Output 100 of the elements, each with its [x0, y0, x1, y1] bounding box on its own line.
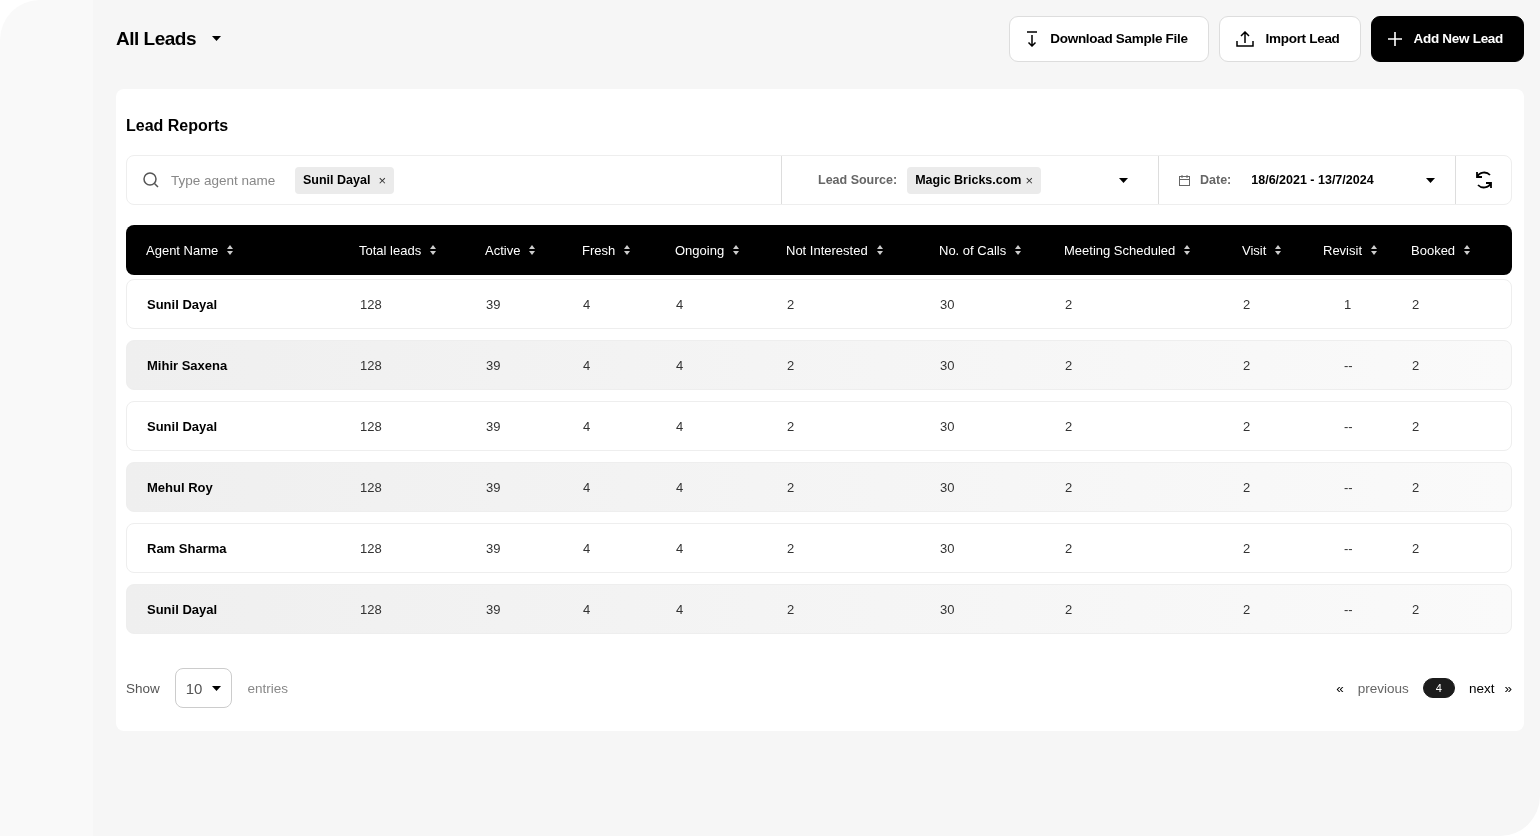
table-cell-text: 2 — [1065, 601, 1074, 617]
sort-icon — [430, 245, 437, 255]
column-header[interactable]: Active — [485, 242, 521, 258]
table-cell-text: 2 — [1243, 418, 1252, 434]
table-cell-text: 30 — [940, 418, 956, 434]
table-cell-text: 2 — [787, 479, 796, 495]
column-header[interactable]: Agent Name — [146, 242, 219, 258]
sort-icon — [733, 245, 740, 255]
sort-icon — [1275, 245, 1282, 255]
table-cell-text: Sunil Dayal — [147, 296, 219, 312]
page-size-select[interactable]: 10 — [174, 668, 233, 708]
table-cell-text: 39 — [486, 357, 502, 373]
table-cell-text: 2 — [787, 357, 796, 373]
table-cell-text: 30 — [940, 479, 956, 495]
table-cell-text: Sunil Dayal — [147, 418, 219, 434]
table-cell-text: 2 — [1243, 479, 1252, 495]
table-cell-text: 4 — [583, 357, 592, 373]
table-cell-text: 128 — [360, 357, 383, 373]
table-cell-text: 39 — [486, 479, 502, 495]
table-cell-text: -- — [1343, 479, 1354, 495]
table-cell-text: 30 — [940, 357, 956, 373]
table-cell-text: 39 — [486, 296, 502, 312]
column-header[interactable]: Not Interested — [786, 242, 868, 258]
chip-label: Sunil Dayal — [303, 173, 371, 187]
table-cell-text: -- — [1343, 357, 1354, 373]
table-cell-text: Mehul Roy — [147, 479, 214, 495]
download-icon — [1026, 30, 1039, 47]
column-header[interactable]: Meeting Scheduled — [1064, 242, 1176, 258]
sort-icon — [1184, 245, 1191, 255]
table-cell-text: 2 — [1065, 357, 1074, 373]
table-cell-text: 1 — [1343, 296, 1353, 312]
table-cell-text: 30 — [940, 601, 956, 617]
column-header[interactable]: Fresh — [582, 242, 616, 258]
upload-icon — [1235, 30, 1254, 47]
caret-icon — [212, 685, 222, 691]
sort-icon — [876, 245, 883, 255]
table-cell-text: -- — [1343, 540, 1354, 556]
chip-remove-button[interactable]: × — [1025, 172, 1034, 188]
table-cell-text: 2 — [1243, 601, 1252, 617]
table-cell-text: 128 — [360, 296, 383, 312]
chip-remove-button[interactable]: × — [378, 172, 386, 188]
entries-label: entries — [247, 680, 288, 696]
table-cell-text: 39 — [486, 418, 502, 434]
table-cell-text: 2 — [1243, 296, 1252, 312]
table-cell-text: 30 — [940, 540, 956, 556]
table-cell-text: 2 — [1412, 296, 1421, 312]
add-lead-button[interactable]: Add New Lead — [1370, 15, 1524, 62]
table-cell-text: -- — [1343, 601, 1354, 617]
table-cell-text: 39 — [486, 601, 502, 617]
previous-link[interactable]: « previous — [1336, 680, 1409, 696]
table-cell-text: 2 — [1243, 540, 1252, 556]
table-cell-text: 2 — [1065, 296, 1074, 312]
card-title: Lead Reports — [126, 117, 230, 135]
table-cell-text: 128 — [360, 601, 383, 617]
column-header[interactable]: No. of Calls — [939, 242, 1007, 258]
download-button[interactable]: Download Sample File — [1009, 15, 1209, 62]
caret-icon — [212, 36, 221, 41]
calendar-icon — [1179, 174, 1190, 186]
sort-icon — [624, 245, 631, 255]
table-cell-text: 128 — [360, 540, 383, 556]
table-cell-text: 39 — [486, 540, 502, 556]
table-cell-text: 2 — [1065, 540, 1074, 556]
table-cell-text: Sunil Dayal — [147, 601, 219, 617]
table-cell-text: 2 — [1243, 357, 1252, 373]
caret-icon — [1119, 177, 1128, 183]
table-cell-text: 2 — [1412, 357, 1421, 373]
table-cell-text: 128 — [360, 418, 383, 434]
table-cell-text: 2 — [787, 601, 796, 617]
import-button[interactable]: Import Lead — [1218, 15, 1361, 62]
column-header[interactable]: Ongoing — [675, 242, 725, 258]
table-cell-text: 2 — [787, 540, 796, 556]
table-cell-text: 4 — [676, 418, 685, 434]
table-cell-text: 2 — [1412, 479, 1421, 495]
column-header[interactable]: Booked — [1411, 242, 1456, 258]
view-dropdown[interactable]: All Leads — [116, 27, 221, 50]
caret-icon — [1426, 177, 1435, 183]
sort-icon — [1464, 245, 1471, 255]
page-button[interactable]: 4 — [1422, 678, 1455, 698]
column-header[interactable]: Visit — [1242, 242, 1267, 258]
table-cell-text: Ram Sharma — [147, 540, 228, 556]
table-cell-text: 2 — [787, 296, 796, 312]
table-cell-text: 4 — [676, 479, 685, 495]
table-cell-text: 2 — [1412, 540, 1421, 556]
table-cell-text: 4 — [676, 540, 685, 556]
source-label: Lead Source: — [818, 173, 898, 187]
table-cell-text: 4 — [676, 357, 685, 373]
show-label: Show — [126, 680, 160, 696]
next-link[interactable]: next » — [1468, 680, 1512, 696]
date-range: 18/6/2021 - 13/7/2024 — [1251, 173, 1374, 187]
column-header[interactable]: Revisit — [1323, 242, 1362, 258]
column-header[interactable]: Total leads — [359, 242, 422, 258]
plus-icon — [1387, 31, 1402, 46]
table-cell-text: 2 — [1412, 601, 1421, 617]
sort-icon — [1015, 245, 1022, 255]
table-cell-text: 4 — [583, 601, 592, 617]
date-label: Date: — [1200, 173, 1232, 187]
table-cell-text: 2 — [1065, 418, 1074, 434]
sort-icon — [1371, 245, 1377, 255]
table-cell-text: 30 — [940, 296, 956, 312]
table-cell-text: 2 — [787, 418, 796, 434]
